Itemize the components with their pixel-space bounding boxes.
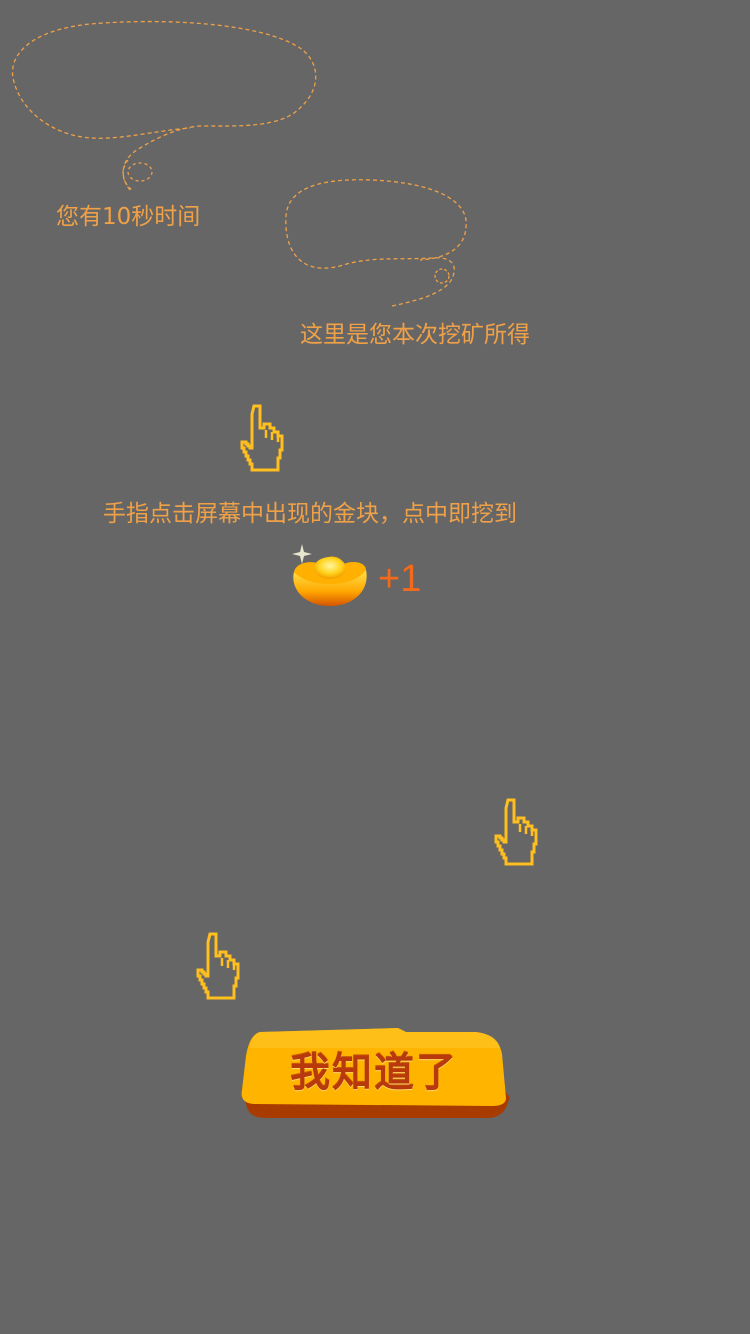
gold-ingot-icon [292,544,367,606]
got-it-button[interactable]: 我知道了 [240,1026,512,1122]
pointer-hand-icon [494,798,538,866]
timer-hint-text: 您有10秒时间 [56,204,201,230]
instruction-text: 手指点击屏幕中出现的金块，点中即挖到 [103,501,517,527]
got-it-button-label: 我知道了 [290,1050,458,1096]
pointer-hand-icon [240,404,284,472]
tutorial-overlay: 您有10秒时间 这里是您本次挖矿所得 手指点击屏幕中出现的金块，点中即挖到 +1 [0,0,750,1334]
earnings-hint-text: 这里是您本次挖矿所得 [300,322,530,348]
pointer-hand-icon [196,932,240,1000]
reward-increment: +1 [378,558,422,600]
